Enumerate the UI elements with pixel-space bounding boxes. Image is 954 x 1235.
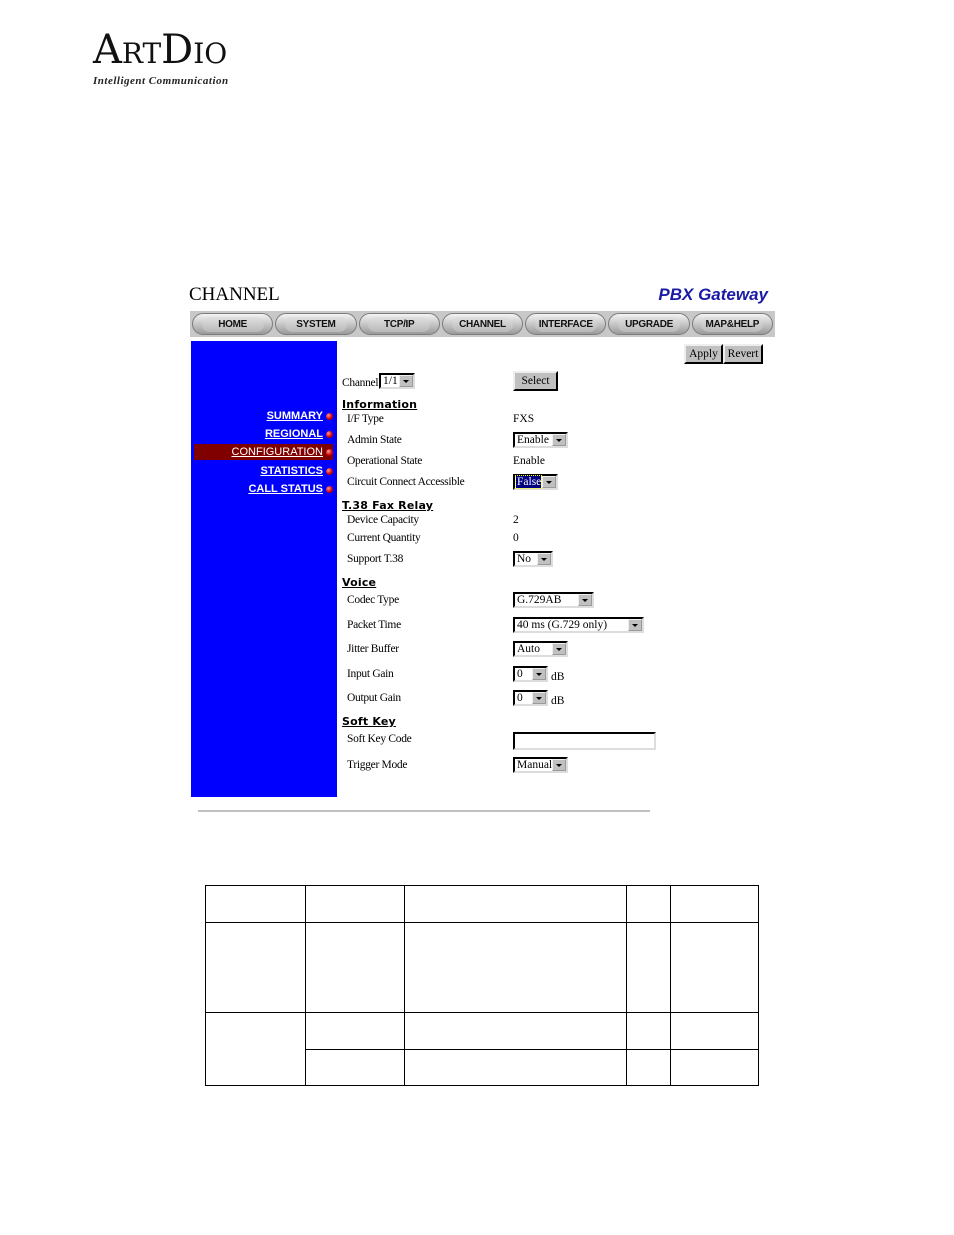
sidebar-item-call-status[interactable]: CALL STATUS	[248, 481, 333, 497]
red-bullet-icon	[326, 467, 333, 475]
table-cell	[404, 1049, 627, 1086]
table-cell	[626, 1049, 671, 1086]
chevron-down-icon	[628, 619, 642, 631]
nav-upgrade-button[interactable]: UPGRADE	[608, 313, 690, 335]
table-cell	[305, 1049, 405, 1086]
table-cell	[205, 922, 306, 1013]
chevron-down-icon	[552, 759, 566, 771]
support-t38-label: Support T.38	[347, 553, 404, 565]
revert-button[interactable]: Revert	[723, 344, 763, 364]
trigger-mode-select[interactable]: Manual	[513, 757, 568, 773]
device-capacity-value: 2	[513, 514, 519, 526]
chevron-down-icon	[552, 643, 566, 655]
table-cell	[626, 922, 671, 1013]
current-quantity-value: 0	[513, 532, 519, 544]
nav-home-button[interactable]: HOME	[192, 313, 274, 335]
soft-key-code-label: Soft Key Code	[347, 733, 412, 745]
channel-config-form: Apply Revert Channel 1/1 Select Informat…	[338, 341, 768, 801]
channel-select[interactable]: 1/1	[379, 373, 415, 389]
nav-tcpip-button[interactable]: TCP/IP	[358, 313, 440, 335]
sidebar-item-summary[interactable]: SUMMARY	[267, 408, 333, 424]
packet-time-label: Packet Time	[347, 619, 401, 631]
table-cell	[670, 922, 759, 1013]
nav-map-help-button[interactable]: MAP&HELP	[691, 313, 773, 335]
jitter-buffer-label: Jitter Buffer	[347, 643, 399, 655]
chevron-down-icon	[552, 434, 566, 446]
nav-system-button[interactable]: SYSTEM	[275, 313, 357, 335]
red-bullet-icon	[326, 412, 333, 420]
document-table	[205, 885, 759, 1086]
packet-time-select[interactable]: 40 ms (G.729 only)	[513, 617, 644, 633]
sidebar-item-regional[interactable]: REGIONAL	[265, 426, 333, 442]
sidebar-item-statistics[interactable]: STATISTICS	[260, 463, 333, 479]
table-cell	[205, 885, 306, 923]
chevron-down-icon	[537, 553, 551, 565]
sidebar: SUMMARY REGIONAL CONFIGURATION STATISTIC…	[191, 341, 337, 797]
operational-state-value: Enable	[513, 455, 545, 467]
brand-title: PBX Gateway	[658, 285, 768, 304]
table-row	[205, 922, 759, 1013]
table-cell	[626, 885, 671, 923]
output-gain-label: Output Gain	[347, 692, 401, 704]
table-cell	[305, 922, 405, 1013]
device-capacity-label: Device Capacity	[347, 514, 419, 526]
horizontal-divider	[198, 810, 650, 812]
if-type-label: I/F Type	[347, 413, 384, 425]
circuit-connect-select[interactable]: False	[513, 474, 558, 490]
top-nav-bar: HOME SYSTEM TCP/IP CHANNEL INTERFACE UPG…	[190, 311, 775, 337]
codec-type-select[interactable]: G.729AB	[513, 592, 594, 608]
chevron-down-icon	[542, 476, 556, 488]
chevron-down-icon	[399, 375, 413, 387]
artdio-logo: ARTDIO Intelligent Communication	[93, 30, 253, 90]
red-bullet-icon	[326, 485, 333, 493]
page-title: CHANNEL	[189, 284, 280, 305]
jitter-buffer-select[interactable]: Auto	[513, 641, 568, 657]
input-gain-unit: dB	[551, 671, 565, 683]
table-cell	[404, 922, 627, 1013]
table-row	[205, 885, 759, 923]
section-information-title: Information	[342, 398, 418, 411]
input-gain-label: Input Gain	[347, 668, 394, 680]
circuit-connect-label: Circuit Connect Accessible	[347, 476, 465, 488]
table-cell	[404, 1012, 627, 1050]
admin-state-select[interactable]: Enable	[513, 432, 568, 448]
table-cell	[305, 885, 405, 923]
operational-state-label: Operational State	[347, 455, 423, 467]
table-cell	[404, 885, 627, 923]
table-cell	[626, 1012, 671, 1050]
table-cell	[305, 1012, 405, 1050]
table-cell	[205, 1012, 306, 1086]
sidebar-item-configuration[interactable]: CONFIGURATION	[194, 444, 333, 460]
trigger-mode-label: Trigger Mode	[347, 759, 408, 771]
section-softkey-title: Soft Key	[342, 715, 396, 728]
section-fax-title: T.38 Fax Relay	[342, 499, 434, 512]
support-t38-select[interactable]: No	[513, 551, 553, 567]
current-quantity-label: Current Quantity	[347, 532, 421, 544]
codec-type-label: Codec Type	[347, 594, 399, 606]
nav-interface-button[interactable]: INTERFACE	[525, 313, 607, 335]
select-button[interactable]: Select	[513, 371, 558, 391]
table-cell	[670, 1049, 759, 1086]
chevron-down-icon	[532, 692, 546, 704]
table-row	[205, 1012, 759, 1086]
if-type-value: FXS	[513, 413, 535, 425]
chevron-down-icon	[578, 594, 592, 606]
admin-state-label: Admin State	[347, 434, 402, 446]
nav-channel-button[interactable]: CHANNEL	[441, 313, 524, 335]
input-gain-select[interactable]: 0	[513, 666, 548, 682]
soft-key-code-input[interactable]	[513, 732, 656, 750]
logo-wordmark: ARTDIO	[93, 27, 228, 73]
apply-button[interactable]: Apply	[684, 344, 723, 364]
logo-tagline: Intelligent Communication	[93, 75, 229, 87]
table-cell	[670, 885, 759, 923]
red-bullet-icon	[326, 430, 333, 438]
section-voice-title: Voice	[342, 576, 377, 589]
red-bullet-icon	[326, 448, 333, 456]
output-gain-select[interactable]: 0	[513, 690, 548, 706]
output-gain-unit: dB	[551, 695, 565, 707]
chevron-down-icon	[532, 668, 546, 680]
table-cell	[670, 1012, 759, 1050]
channel-label: Channel	[342, 377, 379, 389]
